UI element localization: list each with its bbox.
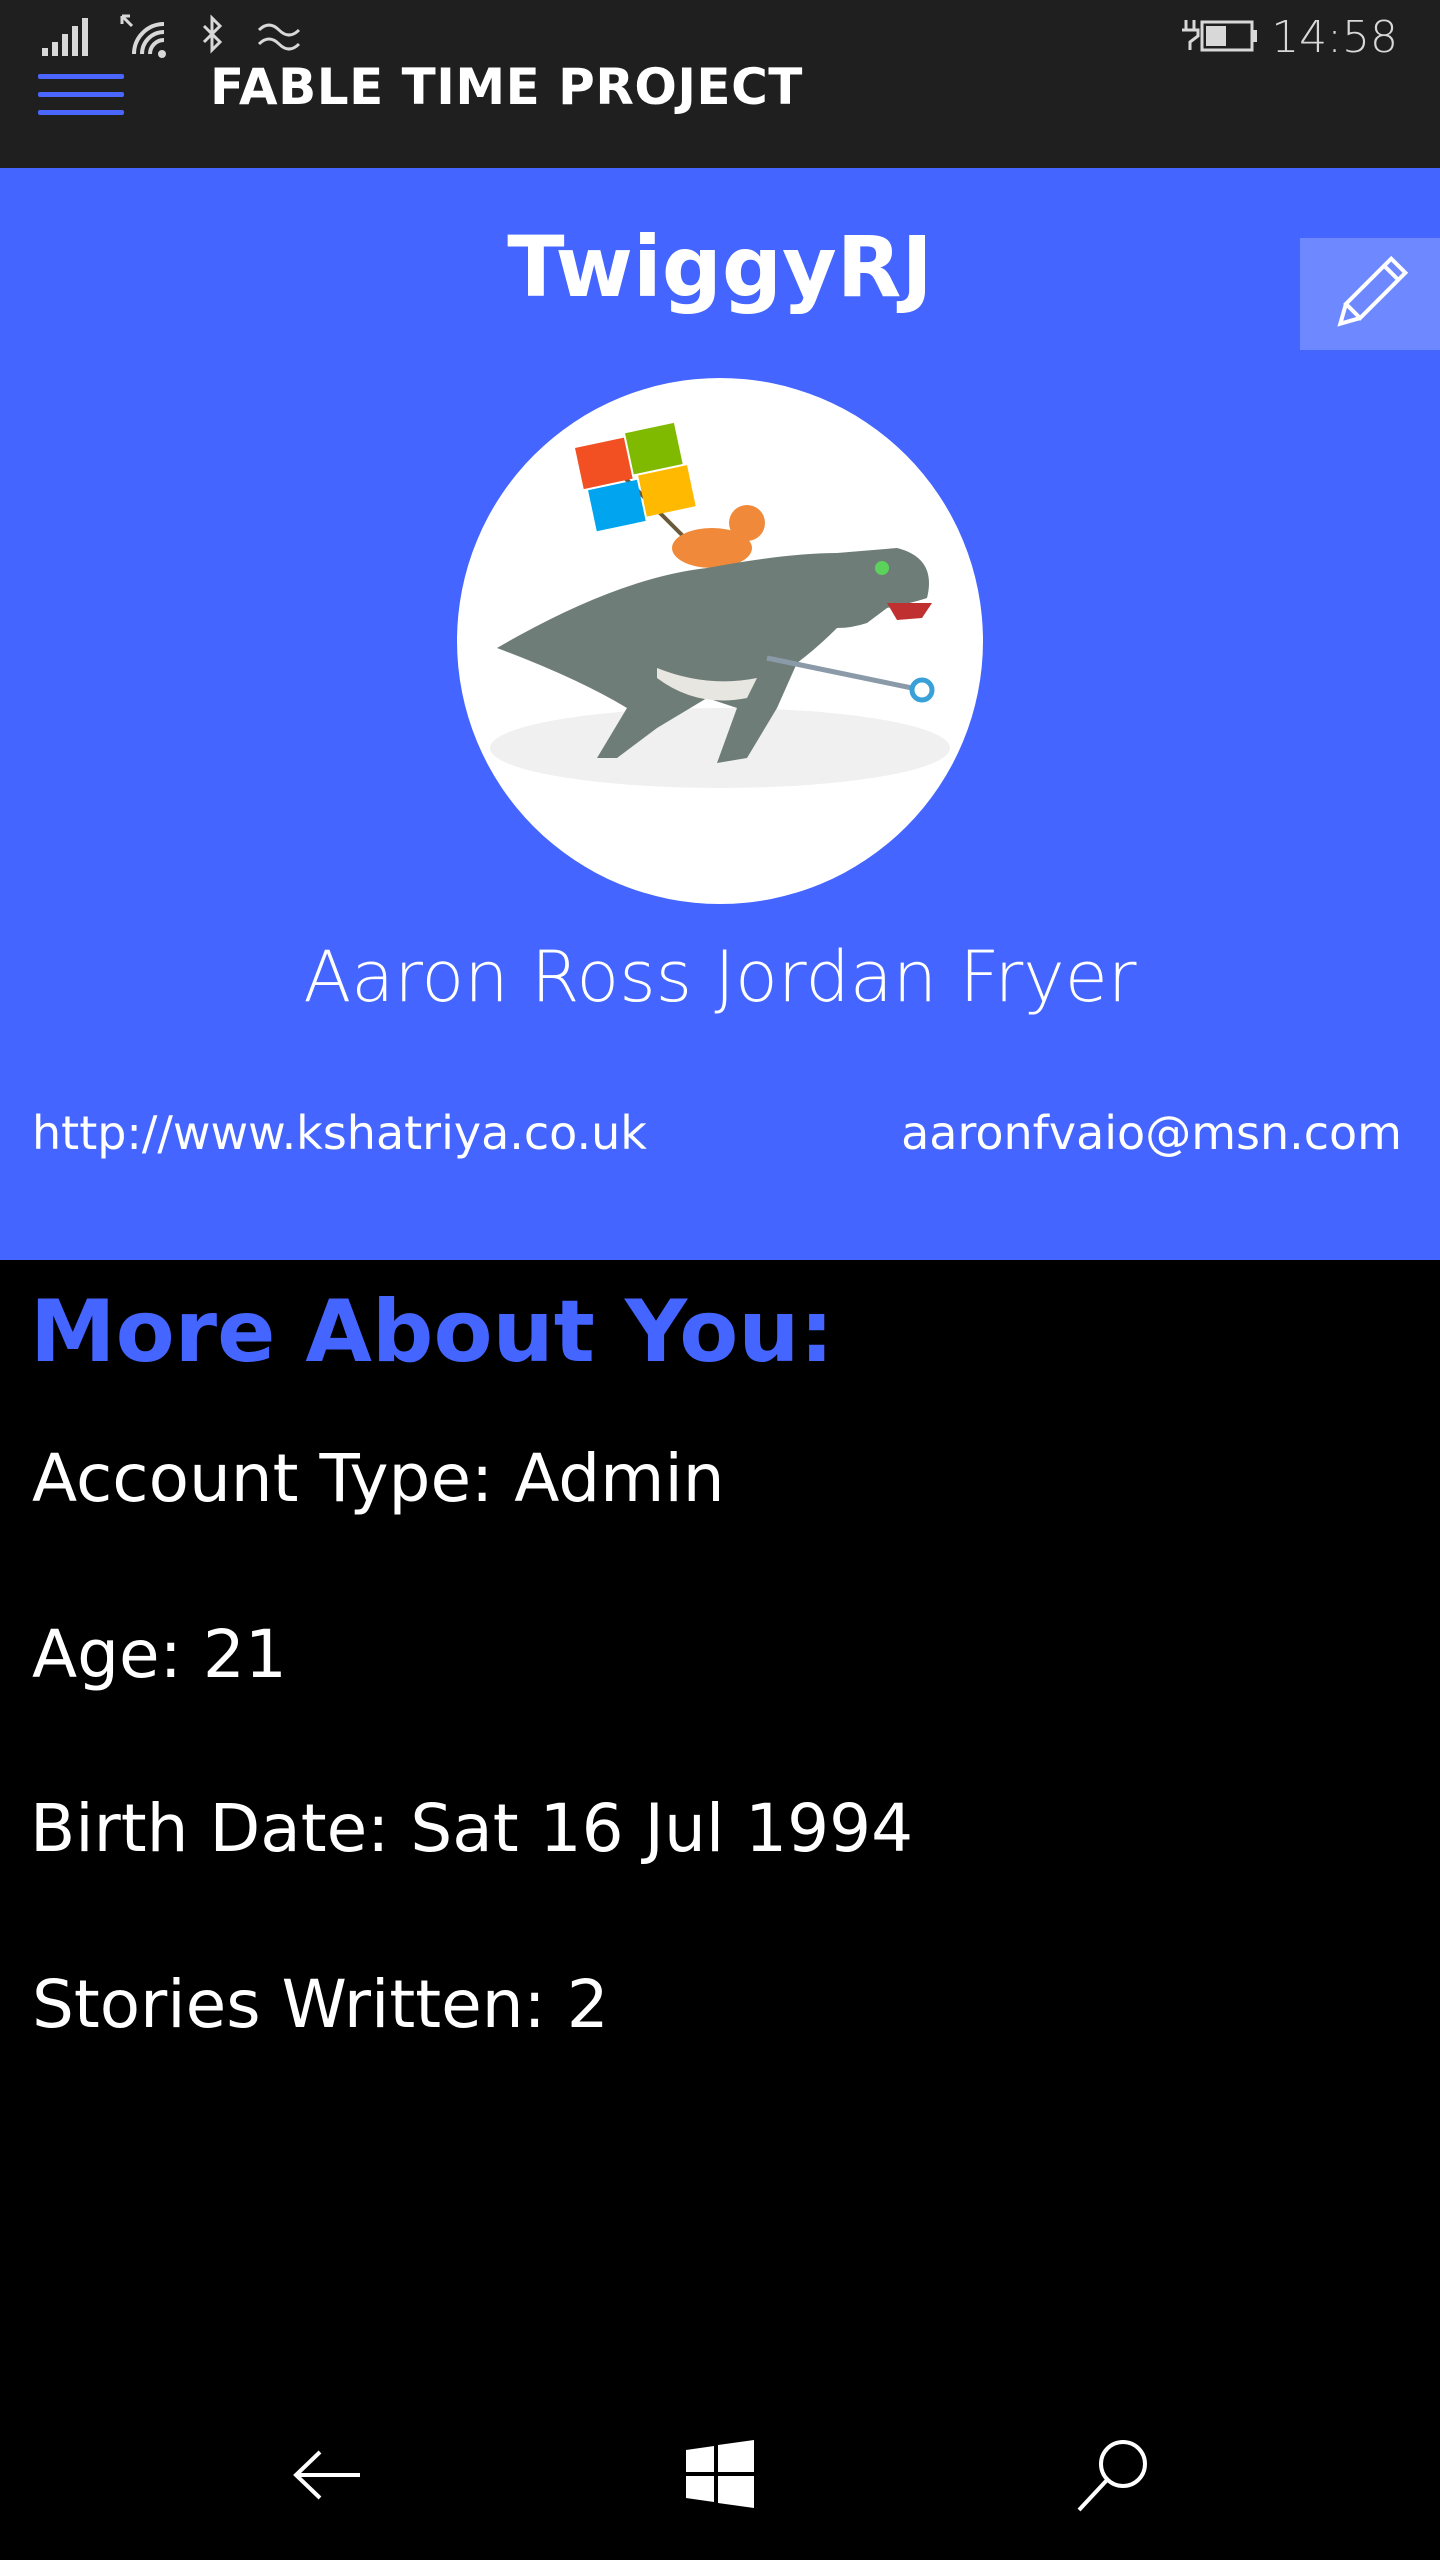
stories-written: Stories Written: 2 [32, 1966, 609, 2043]
bluetooth-icon [202, 14, 223, 54]
website-link[interactable]: http://www.kshatriya.co.uk [32, 1106, 647, 1160]
app-bar: FABLE TIME PROJECT [0, 58, 1440, 168]
app-title: FABLE TIME PROJECT [210, 58, 803, 116]
birth-date: Birth Date: Sat 16 Jul 1994 [30, 1790, 914, 1867]
edit-profile-button[interactable] [1300, 238, 1440, 350]
clock: 14:58 [1271, 12, 1398, 63]
account-type: Account Type: Admin [32, 1440, 725, 1517]
username: TwiggyRJ [507, 218, 933, 316]
search-icon [1077, 2440, 1147, 2512]
back-button[interactable] [280, 2430, 380, 2520]
search-button[interactable] [1065, 2430, 1165, 2520]
profile-avatar [457, 378, 983, 904]
windows-start-icon [686, 2440, 754, 2508]
pencil-icon [1337, 255, 1409, 327]
age: Age: 21 [32, 1616, 287, 1693]
email-link[interactable]: aaronfvaio@msn.com [901, 1106, 1402, 1160]
dinosaur-avatar-icon [490, 422, 950, 788]
signal-icon [42, 18, 88, 56]
start-button[interactable] [670, 2430, 770, 2520]
profile-header: TwiggyRJ Aaron Ross Jordan Fryer http://… [0, 168, 1440, 1260]
back-arrow-icon [293, 2450, 360, 2500]
section-title: More About You: [30, 1282, 834, 1382]
network-icon [257, 23, 301, 51]
full-name: Aaron Ross Jordan Fryer [303, 936, 1137, 1018]
navigation-bar [0, 2390, 1440, 2560]
status-bar: 14:58 [0, 0, 1440, 63]
wifi-icon [120, 14, 166, 58]
battery-charging-icon [1182, 20, 1257, 52]
hamburger-menu-icon[interactable] [38, 70, 126, 130]
